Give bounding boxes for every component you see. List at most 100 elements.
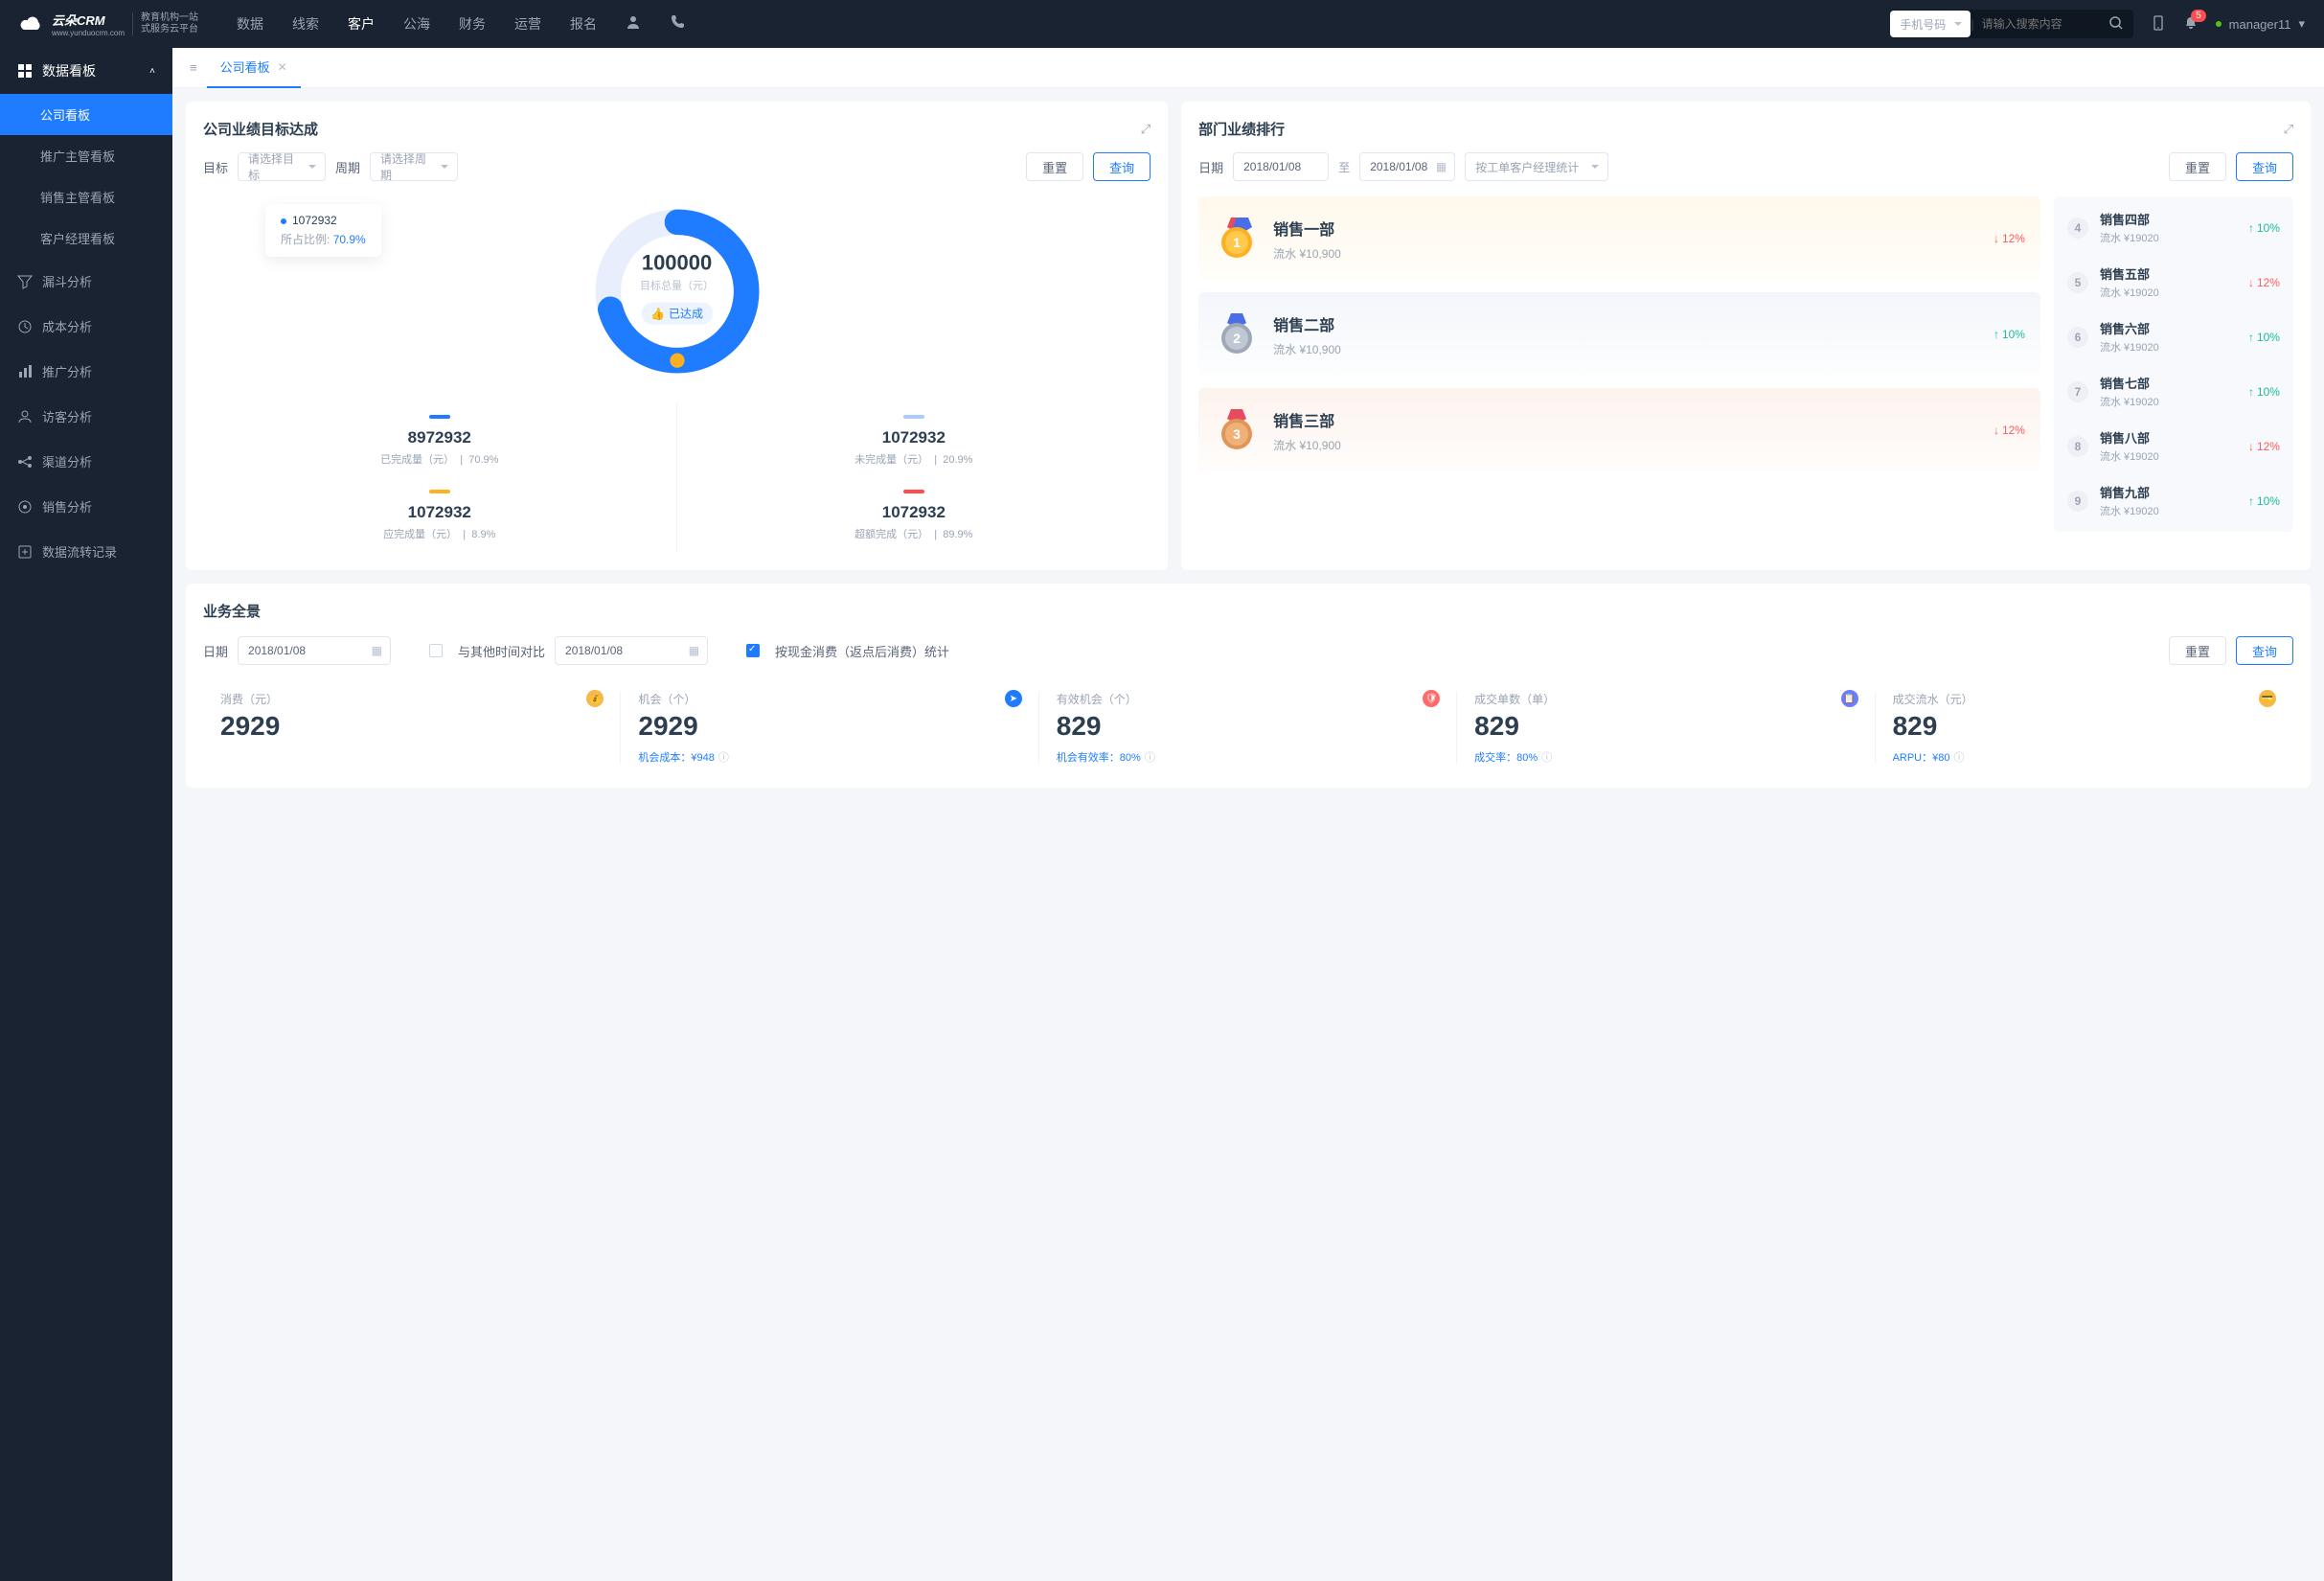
kpi-value: 829 <box>1057 711 1440 742</box>
rank-number: 4 <box>2067 218 2088 239</box>
mobile-icon[interactable] <box>2151 15 2166 34</box>
kpi-icon: ➤ <box>1005 690 1022 707</box>
kpi: 成交流水（元） 💳 829 ARPU：¥80 ⓘ <box>1876 684 2293 770</box>
kpi-label: 消费（元） <box>220 691 278 707</box>
rank-row: 6 销售六部流水 ¥19020 ↑10% <box>2054 309 2293 364</box>
rank-2: 2 销售二部流水 ¥10,900 ↑10% <box>1198 292 2040 377</box>
logo[interactable]: 云朵CRM www.yunduocrm.com 教育机构一站式服务云平台 <box>19 11 198 37</box>
kpi-label: 有效机会（个） <box>1057 691 1137 707</box>
help-icon[interactable]: ⓘ <box>718 749 729 765</box>
expand-icon[interactable]: ⤢ <box>2284 122 2293 137</box>
tab-company-board[interactable]: 公司看板 ✕ <box>207 48 301 88</box>
date2-input[interactable]: 2018/01/08▦ <box>555 636 708 665</box>
search-type-select[interactable]: 手机号码 <box>1890 11 1971 37</box>
topbar: 云朵CRM www.yunduocrm.com 教育机构一站式服务云平台 数据 … <box>0 0 2324 48</box>
sidebar-item-account-mgr[interactable]: 客户经理看板 <box>0 218 172 259</box>
silver-medal-icon: 2 <box>1214 311 1260 357</box>
nav-signup[interactable]: 报名 <box>570 14 597 34</box>
kpi: 有效机会（个） 🛡 829 机会有效率：80% ⓘ <box>1039 684 1457 770</box>
sidebar-item-company[interactable]: 公司看板 <box>0 94 172 135</box>
help-icon[interactable]: ⓘ <box>1541 749 1552 765</box>
date-label: 日期 <box>203 642 228 660</box>
sidebar-visitor[interactable]: 访客分析 <box>0 394 172 439</box>
stat-over: 1072932超额完成（元） | 89.9% <box>677 478 1151 553</box>
query-button[interactable]: 查询 <box>2236 636 2293 665</box>
top-right: 手机号码 | 5 manager11 ▾ <box>1890 10 2305 38</box>
kpi: 消费（元） 💰 2929 <box>203 684 621 770</box>
kpi-sub: ARPU：¥80 ⓘ <box>1893 749 2276 765</box>
chart-icon <box>17 364 33 379</box>
rank-rest[interactable]: 4 销售四部流水 ¥19020 ↑10%5 销售五部流水 ¥19020 ↓12%… <box>2054 196 2293 532</box>
card-title: 业务全景 <box>203 601 2293 621</box>
query-button[interactable]: 查询 <box>2236 152 2293 181</box>
calendar-icon: ▦ <box>689 644 699 657</box>
expand-icon[interactable]: ⤢ <box>1141 122 1151 137</box>
sidebar-sales[interactable]: 销售分析 <box>0 484 172 529</box>
target-label: 目标 <box>203 158 228 176</box>
card-dept-rank: 部门业绩排行 ⤢ 日期 2018/01/08 至 2018/01/08▦ 按工单… <box>1181 102 2311 570</box>
period-label: 周期 <box>335 158 360 176</box>
nav-customers[interactable]: 客户 <box>348 14 375 34</box>
sidebar-group-dashboard[interactable]: 数据看板 ˄ <box>0 48 172 94</box>
query-button[interactable]: 查询 <box>1093 152 1151 181</box>
kpi-value: 2929 <box>220 711 604 742</box>
donut-sub: 目标总量（元） <box>640 278 714 293</box>
nav-finance[interactable]: 财务 <box>459 14 486 34</box>
rank-row: 7 销售七部流水 ¥19020 ↑10% <box>2054 364 2293 419</box>
date-from[interactable]: 2018/01/08 <box>1233 152 1329 181</box>
kpi-value: 2929 <box>638 711 1021 742</box>
kpi-icon: 🛡 <box>1423 690 1440 707</box>
rank-number: 5 <box>2067 272 2088 293</box>
search-input[interactable] <box>1974 17 2099 31</box>
pct-down: ↓12% <box>2248 276 2280 289</box>
help-icon[interactable]: ⓘ <box>1953 749 1964 765</box>
help-icon[interactable]: ⓘ <box>1145 749 1155 765</box>
date1-input[interactable]: 2018/01/08▦ <box>238 636 391 665</box>
target-select[interactable]: 请选择目标 <box>238 152 326 181</box>
arrow-up-icon: ↑ <box>2248 385 2254 399</box>
reset-button[interactable]: 重置 <box>2169 636 2226 665</box>
sidebar-channel[interactable]: 渠道分析 <box>0 439 172 484</box>
tab-bar: ≡ 公司看板 ✕ <box>172 48 2324 88</box>
bell-icon[interactable]: 5 <box>2183 15 2199 34</box>
statby-select[interactable]: 按工单客户经理统计 <box>1465 152 1608 181</box>
hamburger-icon[interactable]: ≡ <box>180 60 207 75</box>
achieve-badge: 👍已达成 <box>641 303 713 325</box>
nav-ops[interactable]: 运营 <box>514 14 541 34</box>
rank-row: 9 销售九部流水 ¥19020 ↑10% <box>2054 473 2293 528</box>
card-business-overview: 业务全景 日期 2018/01/08▦ 与其他时间对比 2018/01/08▦ … <box>186 584 2311 788</box>
date-to[interactable]: 2018/01/08▦ <box>1359 152 1455 181</box>
brand-tagline: 教育机构一站式服务云平台 <box>132 12 198 35</box>
user-icon[interactable] <box>626 14 641 34</box>
user-menu[interactable]: manager11 ▾ <box>2216 16 2305 32</box>
sidebar-promo[interactable]: 推广分析 <box>0 349 172 394</box>
chevron-up-icon: ˄ <box>149 66 155 77</box>
nav-leads[interactable]: 线索 <box>292 14 319 34</box>
period-select[interactable]: 请选择周期 <box>370 152 458 181</box>
kpi-sub: 成交率：80% ⓘ <box>1474 749 1857 765</box>
kpi-icon: 📋 <box>1841 690 1858 707</box>
nav-public[interactable]: 公海 <box>403 14 430 34</box>
kpi-label: 成交流水（元） <box>1893 691 1973 707</box>
arrow-down-icon: ↓ <box>1994 424 1999 437</box>
card-title: 部门业绩排行 <box>1198 119 1285 139</box>
arrow-up-icon: ↑ <box>1994 328 1999 341</box>
sidebar-flow[interactable]: 数据流转记录 <box>0 529 172 574</box>
stats-grid: 8972932已完成量（元） | 70.9% 1072932未完成量（元） | … <box>203 403 1151 553</box>
rank-number: 7 <box>2067 381 2088 402</box>
sidebar-item-promo-lead[interactable]: 推广主管看板 <box>0 135 172 176</box>
card-title: 公司业绩目标达成 <box>203 119 318 139</box>
rank-row: 4 销售四部流水 ¥19020 ↑10% <box>2054 200 2293 255</box>
cash-checkbox[interactable] <box>746 644 760 657</box>
kpi-sub: 机会成本：¥948 ⓘ <box>638 749 1021 765</box>
compare-checkbox[interactable] <box>429 644 443 657</box>
search-button[interactable] <box>2099 15 2133 34</box>
reset-button[interactable]: 重置 <box>2169 152 2226 181</box>
close-icon[interactable]: ✕ <box>278 60 287 74</box>
nav-data[interactable]: 数据 <box>237 14 263 34</box>
sidebar-funnel[interactable]: 漏斗分析 <box>0 259 172 304</box>
sidebar-item-sales-lead[interactable]: 销售主管看板 <box>0 176 172 218</box>
sidebar-cost[interactable]: 成本分析 <box>0 304 172 349</box>
reset-button[interactable]: 重置 <box>1026 152 1083 181</box>
phone-icon[interactable] <box>670 14 685 34</box>
